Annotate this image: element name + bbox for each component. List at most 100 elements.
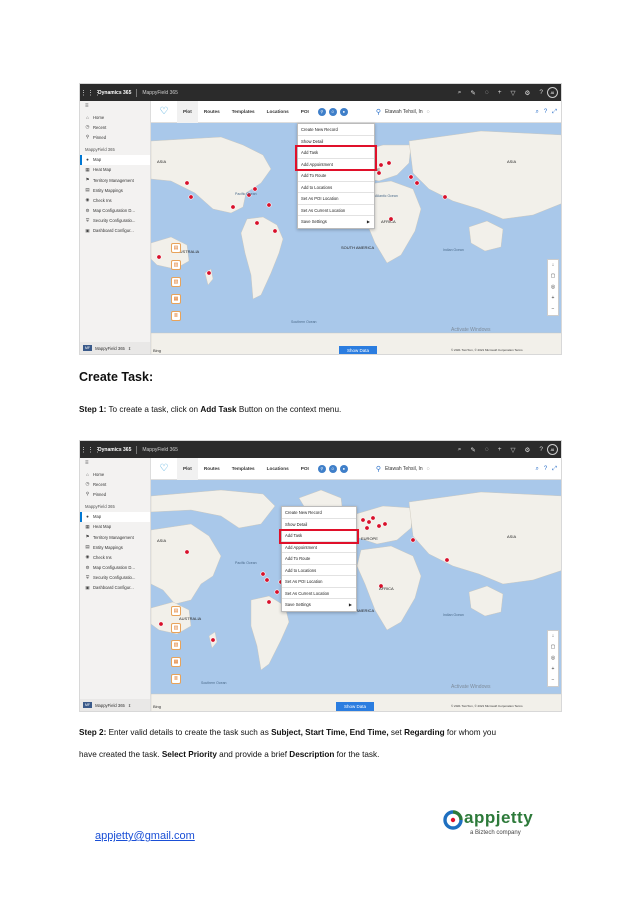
sidebar-item-map-config[interactable]: ⚙ Map Configuration D... xyxy=(80,206,150,216)
avatar[interactable]: AI xyxy=(547,87,558,98)
search-icon[interactable]: ⌕ xyxy=(458,446,462,454)
sidebar-item-map[interactable]: ● Map xyxy=(80,154,150,165)
record-tool-icon[interactable]: ● xyxy=(339,464,348,473)
brand-label[interactable]: Dynamics 365 xyxy=(93,447,136,453)
sidebar-item-recent[interactable]: ◷ Recent xyxy=(80,479,150,489)
tab-templates[interactable]: Templates xyxy=(226,101,261,123)
sidebar-item-check-ins[interactable]: ◉ Check Ins xyxy=(80,195,150,205)
show-data-button[interactable]: Show Data xyxy=(339,346,377,354)
search-icon[interactable]: ⌕ xyxy=(458,89,462,97)
sidebar-item-territory[interactable]: ⚑ Territory Management xyxy=(80,532,150,542)
menu-item-set-current-location[interactable]: Set As Current Location xyxy=(298,205,374,216)
hamburger-icon[interactable]: ≡ xyxy=(80,458,150,469)
tab-poi[interactable]: POI xyxy=(295,458,315,480)
filter-icon[interactable]: ▽ xyxy=(511,446,516,454)
zoom-in-button[interactable]: + xyxy=(552,293,555,304)
sidebar-item-security[interactable]: ⛨ Security Configuratio... xyxy=(80,216,150,226)
sidebar-item-entity-mappings[interactable]: ▤ Entity Mappings xyxy=(80,542,150,552)
person-tool-icon[interactable]: ☺ xyxy=(328,107,337,116)
record-tool-icon[interactable]: ● xyxy=(339,107,348,116)
select-icon[interactable]: ▢ xyxy=(551,271,556,282)
save-icon[interactable]: ▥ xyxy=(171,623,181,633)
zoom-in-button[interactable]: + xyxy=(552,664,555,675)
menu-item-set-as-poi[interactable]: Set As POI Location xyxy=(298,193,374,205)
sidebar-item-pinned[interactable]: ⚲ Pinned xyxy=(80,132,150,142)
grid-icon[interactable]: ▦ xyxy=(171,294,181,304)
sidebar-footer[interactable]: MF MappyField 365 ⇕ xyxy=(80,699,150,711)
sidebar-item-home[interactable]: ⌂ Home xyxy=(80,112,150,122)
compass-icon[interactable]: ↓ xyxy=(552,631,555,642)
waffle-icon[interactable]: ⋮⋮⋮ xyxy=(80,446,101,454)
lightbulb-icon[interactable]: ✎ xyxy=(470,89,475,97)
tab-routes[interactable]: Routes xyxy=(198,458,226,480)
sidebar-item-recent[interactable]: ◷ Recent xyxy=(80,122,150,132)
tab-locations[interactable]: Locations xyxy=(261,458,295,480)
show-data-button[interactable]: Show Data xyxy=(336,702,374,711)
contact-email-link[interactable]: appjetty@gmail.com xyxy=(95,830,195,842)
menu-item-create-new-record[interactable]: Create New Record xyxy=(298,124,374,136)
help-icon[interactable]: ? xyxy=(539,89,543,96)
menu-item-add-to-locations[interactable]: Add to Locations xyxy=(298,182,374,193)
menu-item-create-new-record[interactable]: Create New Record xyxy=(282,507,356,519)
search-icon[interactable]: ⌕ xyxy=(535,109,538,116)
expand-icon[interactable]: ⤢ xyxy=(552,109,557,116)
menu-item-save-settings[interactable]: Save Settings ▶ xyxy=(298,216,374,228)
menu-item-add-to-route[interactable]: Add To Route xyxy=(282,553,356,565)
sidebar-item-heat-map[interactable]: ▦ Heat Map xyxy=(80,522,150,532)
pin-tool-icon[interactable]: ⚲ xyxy=(317,464,326,473)
sidebar-footer[interactable]: MF MappyField 365 ⇕ xyxy=(80,342,150,354)
tab-plot[interactable]: Plot xyxy=(177,100,198,123)
pin-tool-icon[interactable]: ⚲ xyxy=(317,107,326,116)
tab-poi[interactable]: POI xyxy=(295,101,315,123)
document-icon[interactable]: ▧ xyxy=(171,640,181,650)
lightbulb-icon[interactable]: ✎ xyxy=(470,446,475,454)
location-search[interactable]: ⚲ Etawah Tehsil, In ◌ xyxy=(376,465,430,473)
menu-item-add-to-route[interactable]: Add To Route xyxy=(298,170,374,182)
gear-icon[interactable]: ⚙ xyxy=(525,89,531,97)
tab-locations[interactable]: Locations xyxy=(261,101,295,123)
compass-icon[interactable]: ↓ xyxy=(552,260,555,271)
menu-item-set-current-location[interactable]: Set As Current Location xyxy=(282,588,356,599)
help-icon[interactable]: ? xyxy=(539,446,543,453)
tab-plot[interactable]: Plot xyxy=(177,457,198,480)
help-icon[interactable]: ? xyxy=(544,109,547,115)
sidebar-item-heat-map[interactable]: ▦ Heat Map xyxy=(80,165,150,175)
sidebar-item-entity-mappings[interactable]: ▤ Entity Mappings xyxy=(80,185,150,195)
filter-icon[interactable]: ▽ xyxy=(511,89,516,97)
sidebar-item-territory[interactable]: ⚑ Territory Management xyxy=(80,175,150,185)
plus-icon[interactable]: + xyxy=(498,89,502,96)
sidebar-item-home[interactable]: ⌂ Home xyxy=(80,469,150,479)
zoom-out-button[interactable]: − xyxy=(552,675,555,686)
sidebar-item-security[interactable]: ⛨ Security Configuratio... xyxy=(80,573,150,583)
layers-icon[interactable]: ▤ xyxy=(171,606,181,616)
zoom-out-button[interactable]: − xyxy=(552,304,555,315)
tab-routes[interactable]: Routes xyxy=(198,101,226,123)
document-icon[interactable]: ▧ xyxy=(171,277,181,287)
grid-icon[interactable]: ▦ xyxy=(171,657,181,667)
sidebar-item-pinned[interactable]: ⚲ Pinned xyxy=(80,489,150,499)
list-icon[interactable]: ≣ xyxy=(171,311,181,321)
sidebar-item-dashboard[interactable]: ▣ Dashboard Configur... xyxy=(80,226,150,236)
locate-icon[interactable]: ◎ xyxy=(551,282,555,293)
sidebar-item-dashboard[interactable]: ▣ Dashboard Configur... xyxy=(80,583,150,593)
select-icon[interactable]: ▢ xyxy=(551,642,556,653)
menu-item-add-to-locations[interactable]: Add to Locations xyxy=(282,565,356,576)
tab-templates[interactable]: Templates xyxy=(226,458,261,480)
gear-icon[interactable]: ⚙ xyxy=(525,446,531,454)
layers-icon[interactable]: ▤ xyxy=(171,243,181,253)
help-icon[interactable]: ? xyxy=(544,466,547,472)
assistant-icon[interactable]: ◌ xyxy=(485,89,489,96)
list-icon[interactable]: ≣ xyxy=(171,674,181,684)
location-search[interactable]: ⚲ Etawah Tehsil, In ◌ xyxy=(376,108,430,116)
hamburger-icon[interactable]: ≡ xyxy=(80,101,150,112)
brand-label[interactable]: Dynamics 365 xyxy=(93,90,136,96)
assistant-icon[interactable]: ◌ xyxy=(485,446,489,453)
menu-item-set-as-poi[interactable]: Set As POI Location xyxy=(282,576,356,588)
menu-item-save-settings[interactable]: Save Settings ▶ xyxy=(282,599,356,611)
person-tool-icon[interactable]: ☺ xyxy=(328,464,337,473)
sidebar-item-map[interactable]: ● Map xyxy=(80,511,150,522)
waffle-icon[interactable]: ⋮⋮⋮ xyxy=(80,89,101,97)
plus-icon[interactable]: + xyxy=(498,446,502,453)
sidebar-item-map-config[interactable]: ⚙ Map Configuration D... xyxy=(80,563,150,573)
expand-icon[interactable]: ⤢ xyxy=(552,466,557,473)
